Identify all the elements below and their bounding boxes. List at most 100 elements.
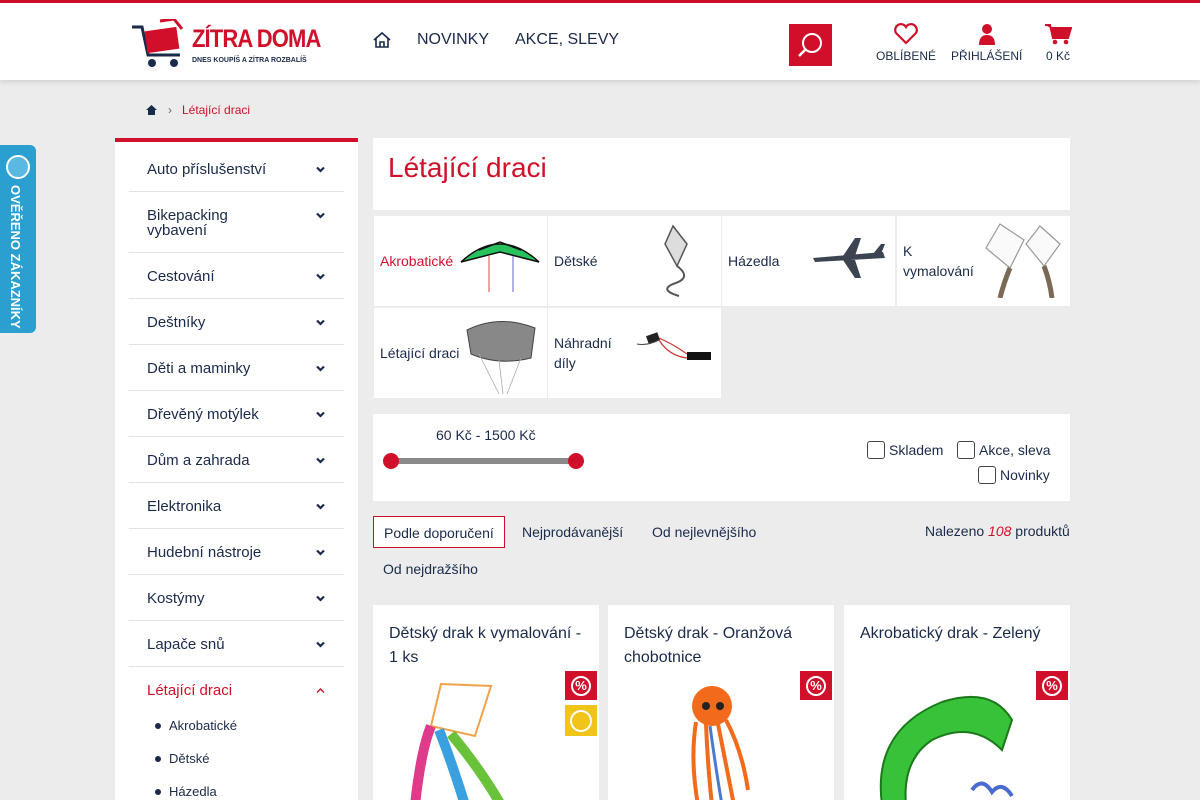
- novinky-label: Novinky: [1000, 467, 1050, 483]
- percent-icon: %: [1042, 675, 1062, 696]
- sidebar-subitem-label: Házedla: [169, 784, 217, 799]
- sidebar-item-auto[interactable]: Auto příslušenství: [129, 146, 344, 192]
- subcategory-hazedla[interactable]: Házedla: [722, 216, 895, 306]
- sidebar-subitem-hazedla[interactable]: Házedla: [155, 784, 217, 799]
- sort-od-nejlevnejsiho[interactable]: Od nejlevnějšího: [642, 516, 766, 548]
- login-label: PŘIHLÁŠENÍ: [951, 49, 1023, 63]
- page-title: Létající draci: [388, 152, 547, 183]
- product-image[interactable]: [391, 680, 551, 800]
- subcategory-k-vymalovani[interactable]: K vymalování: [897, 216, 1070, 306]
- subcategory-detske[interactable]: Dětské: [548, 216, 721, 306]
- sidebar-item-dum[interactable]: Dům a zahrada: [129, 437, 344, 483]
- sidebar-subitem-detske[interactable]: Dětské: [155, 751, 209, 766]
- home-icon[interactable]: [145, 104, 158, 116]
- product-image[interactable]: [862, 680, 1032, 800]
- chevron-down-icon: [316, 595, 325, 602]
- product-name[interactable]: Dětský drak k vymalování - 1 ks: [389, 622, 589, 670]
- cart-link[interactable]: 0 Kč: [1044, 23, 1072, 63]
- subcategory-akrobaticke[interactable]: Akrobatické: [374, 216, 547, 306]
- cart-icon: [1045, 24, 1072, 45]
- sidebar-item-hudebni[interactable]: Hudební nástroje: [129, 529, 344, 575]
- product-card[interactable]: Akrobatický drak - Zelený %: [844, 605, 1070, 800]
- sidebar-item-deti[interactable]: Děti a maminky: [129, 345, 344, 391]
- subcategory-label: Házedla: [728, 253, 780, 269]
- discount-badge: %: [565, 671, 597, 700]
- nav-novinky[interactable]: NOVINKY: [417, 31, 489, 49]
- bullet-icon: [155, 788, 161, 795]
- login-link[interactable]: PŘIHLÁŠENÍ: [951, 23, 1022, 63]
- sidebar-item-elektronika[interactable]: Elektronika: [129, 483, 344, 529]
- filter-novinky[interactable]: Novinky: [978, 466, 1050, 484]
- kids-kite-image: [664, 224, 688, 297]
- results-count: Nalezeno 108 produktů: [925, 523, 1070, 539]
- product-image[interactable]: [626, 680, 786, 800]
- product-card[interactable]: Dětský drak k vymalování - 1 ks %: [373, 605, 599, 800]
- subcategory-label: K vymalování: [903, 243, 974, 279]
- filter-akce-sleva[interactable]: Akce, sleva: [957, 441, 1051, 459]
- chevron-down-icon: [316, 503, 325, 510]
- subcategory-label: Akrobatické: [380, 253, 454, 269]
- favorites-link[interactable]: OBLÍBENÉ: [876, 23, 936, 63]
- favorites-label: OBLÍBENÉ: [876, 49, 937, 63]
- verified-badge-icon: [565, 705, 597, 736]
- home-nav-icon[interactable]: [372, 31, 392, 54]
- sidebar-item-label: Hudební nástroje: [147, 544, 262, 561]
- search-button[interactable]: [789, 24, 832, 66]
- sidebar-item-label: Lapače snů: [147, 636, 225, 653]
- results-number: 108: [988, 523, 1012, 539]
- sidebar-item-cestovani[interactable]: Cestování: [129, 253, 344, 299]
- subcategory-label: Létající draci: [380, 345, 460, 361]
- sidebar-item-label: Dům a zahrada: [147, 452, 250, 469]
- sort-doporuceni[interactable]: Podle doporučení: [373, 516, 505, 548]
- product-name[interactable]: Akrobatický drak - Zelený: [860, 622, 1060, 646]
- price-max-handle[interactable]: [568, 453, 584, 469]
- logo-text: ZÍTRA DOMA: [192, 25, 321, 53]
- sidebar-item-label: Bikepacking vybavení: [147, 207, 228, 239]
- subcategory-letajici-draci[interactable]: Létající draci: [374, 308, 547, 398]
- novinky-checkbox[interactable]: [978, 466, 996, 484]
- sidebar-item-kostymy[interactable]: Kostýmy: [129, 575, 344, 621]
- breadcrumb: › Létající draci: [145, 103, 250, 117]
- nav-akce-slevy[interactable]: AKCE, SLEVY: [515, 31, 619, 49]
- percent-icon: %: [806, 675, 826, 696]
- sidebar-item-label: Cestování: [147, 268, 215, 285]
- glider-plane-image: [813, 238, 885, 278]
- site-logo[interactable]: ZÍTRA DOMA DNES KOUPÍŠ A ZÍTRA ROZBALÍŠ: [130, 17, 321, 71]
- sidebar-item-bikepacking[interactable]: Bikepacking vybavení: [129, 192, 344, 253]
- sort-od-nejdrazsiho[interactable]: Od nejdražšího: [373, 553, 488, 585]
- sidebar-subitem-akrobaticke[interactable]: Akrobatické: [155, 718, 237, 733]
- akce-sleva-checkbox[interactable]: [957, 441, 975, 459]
- sidebar-item-destniky[interactable]: Deštníky: [129, 299, 344, 345]
- cart-total: 0 Kč: [1045, 49, 1070, 63]
- acrobatic-kite-image: [460, 241, 540, 292]
- discount-badge: %: [800, 671, 832, 700]
- skladem-label: Skladem: [889, 442, 944, 458]
- parachute-kite-image: [466, 320, 536, 395]
- akce-sleva-label: Akce, sleva: [979, 442, 1051, 458]
- category-sidebar: Auto příslušenství Bikepacking vybavení …: [115, 138, 358, 800]
- price-range-label: 60 Kč - 1500 Kč: [436, 427, 536, 443]
- product-card[interactable]: Dětský drak - Oranžová chobotnice %: [608, 605, 834, 800]
- logo-tagline: DNES KOUPÍŠ A ZÍTRA ROZBALÍŠ: [192, 57, 307, 64]
- product-name[interactable]: Dětský drak - Oranžová chobotnice: [624, 622, 824, 670]
- chevron-down-icon: [316, 641, 325, 648]
- search-icon: [798, 33, 822, 57]
- chevron-down-icon: [316, 166, 325, 173]
- price-range-track[interactable]: [391, 458, 576, 464]
- skladem-checkbox[interactable]: [867, 441, 885, 459]
- subcategory-nahradni-dily[interactable]: Náhradní díly: [548, 308, 721, 398]
- sidebar-item-motylek[interactable]: Dřevěný motýlek: [129, 391, 344, 437]
- sidebar-item-label: Auto příslušenství: [147, 161, 267, 178]
- chevron-down-icon: [316, 411, 325, 418]
- site-header: ZÍTRA DOMA DNES KOUPÍŠ A ZÍTRA ROZBALÍŠ …: [0, 3, 1200, 80]
- sidebar-item-letajici-draci[interactable]: Létající draci: [129, 667, 344, 713]
- sort-nejprodavanejsi[interactable]: Nejprodávanější: [512, 516, 633, 548]
- subcategory-label: Náhradní díly: [554, 335, 612, 371]
- sidebar-item-label: Létající draci: [147, 682, 233, 699]
- price-min-handle[interactable]: [383, 453, 399, 469]
- chevron-down-icon: [316, 273, 325, 280]
- filter-skladem[interactable]: Skladem: [867, 441, 943, 459]
- verified-customers-badge[interactable]: OVĚŘENO ZÁKAZNÍKY: [0, 145, 36, 333]
- user-icon: [978, 24, 995, 45]
- sidebar-item-lapace[interactable]: Lapače snů: [129, 621, 344, 667]
